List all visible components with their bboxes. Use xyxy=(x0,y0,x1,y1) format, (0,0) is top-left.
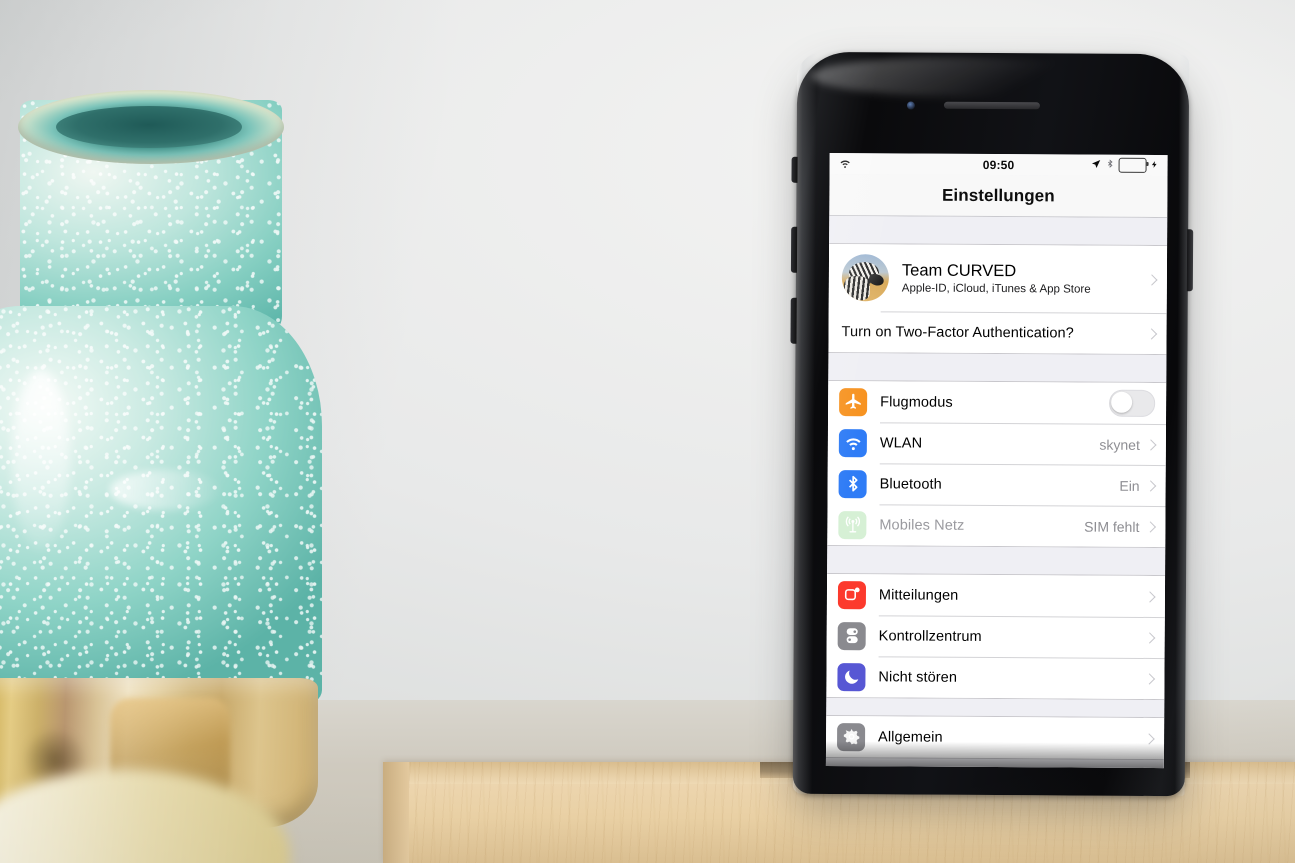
image-vignette xyxy=(0,0,1295,863)
photo-scene: 09:50 xyxy=(0,0,1295,863)
